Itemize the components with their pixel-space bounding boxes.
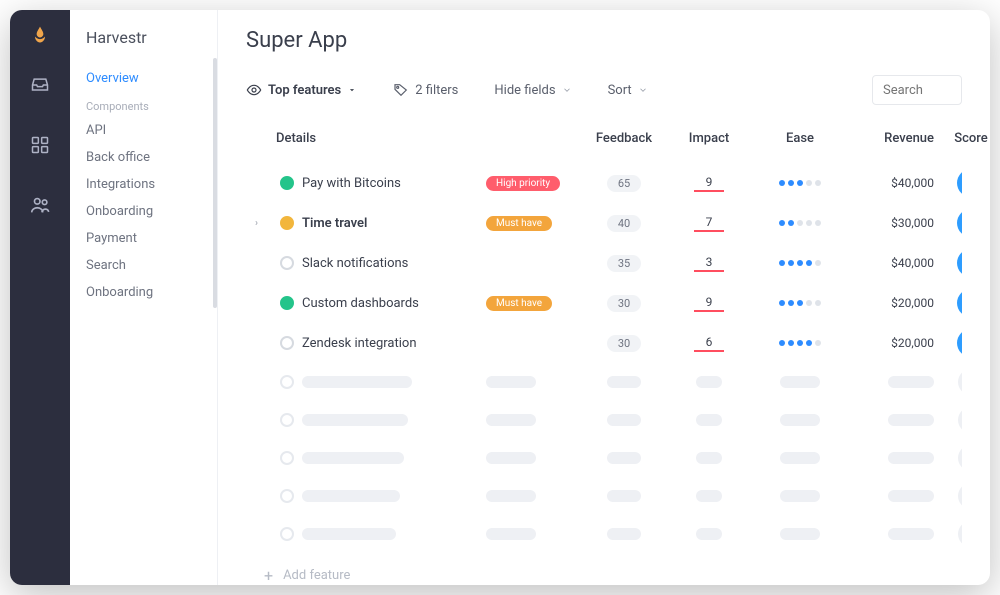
col-revenue: Revenue	[848, 131, 934, 146]
col-score: Score	[940, 131, 990, 146]
revenue-value: $40,000	[848, 256, 934, 270]
feature-name: Pay with Bitcoins	[302, 176, 480, 191]
add-feature-button[interactable]: + Add feature	[246, 556, 962, 585]
search-input[interactable]	[872, 75, 962, 105]
ease-rating	[779, 220, 821, 226]
status-dot	[280, 296, 294, 310]
chevron-down-icon	[562, 85, 572, 95]
nav-item[interactable]: API	[70, 117, 217, 144]
table-row[interactable]: Slack notifications 35 3 $40,000 84	[246, 243, 962, 283]
priority-tag: High priority	[486, 176, 560, 191]
sort-label: Sort	[608, 83, 632, 98]
skeleton-row	[246, 477, 962, 515]
eye-icon	[246, 82, 262, 98]
score-badge: 79	[957, 289, 962, 317]
nav-item[interactable]: Integrations	[70, 171, 217, 198]
brand-name: Harvestr	[70, 28, 217, 65]
nav-item[interactable]: Onboarding	[70, 279, 217, 306]
table-row[interactable]: Zendesk integration 30 6 $20,000 70	[246, 323, 962, 363]
feedback-count: 40	[607, 215, 641, 232]
view-label: Top features	[268, 83, 341, 98]
toolbar: Top features 2 filters Hide fields Sort	[246, 75, 962, 105]
chevron-down-icon	[638, 85, 648, 95]
revenue-value: $20,000	[848, 296, 934, 310]
ease-rating	[779, 180, 821, 186]
feature-name: Custom dashboards	[302, 296, 480, 311]
priority-tag: Must have	[486, 296, 552, 311]
priority-tag: Must have	[486, 216, 552, 231]
feature-name: Slack notifications	[302, 256, 480, 271]
filters-button[interactable]: 2 filters	[393, 82, 458, 98]
impact-value: 9	[694, 175, 724, 192]
nav-item[interactable]: Back office	[70, 144, 217, 171]
feedback-count: 35	[607, 255, 641, 272]
impact-value: 7	[694, 215, 724, 232]
ease-rating	[779, 260, 821, 266]
table-row[interactable]: Custom dashboards Must have 30 9 $20,000 79	[246, 283, 962, 323]
logo-icon[interactable]	[29, 24, 51, 46]
feature-name: Time travel	[302, 216, 480, 231]
add-feature-label: Add feature	[283, 568, 350, 583]
search-box	[872, 75, 962, 105]
nav-overview[interactable]: Overview	[70, 65, 217, 92]
score-badge: 84	[957, 249, 962, 277]
skeleton-row	[246, 439, 962, 477]
col-ease: Ease	[758, 131, 842, 146]
view-selector[interactable]: Top features	[246, 82, 357, 98]
grid-icon[interactable]	[29, 134, 51, 156]
skeleton-row	[246, 401, 962, 439]
page-title: Super App	[246, 28, 962, 53]
skeleton-row	[246, 515, 962, 553]
filters-label: 2 filters	[415, 83, 458, 98]
status-dot	[280, 336, 294, 350]
status-dot	[280, 216, 294, 230]
feedback-count: 30	[607, 335, 641, 352]
main-area: Super App Top features 2 filters Hide fi…	[218, 10, 990, 585]
hide-fields-label: Hide fields	[494, 83, 555, 98]
expand-chevron-icon[interactable]: ›	[246, 218, 258, 229]
nav-item[interactable]: Search	[70, 252, 217, 279]
table-header: Details Feedback Impact Ease Revenue Sco…	[246, 119, 962, 157]
app-frame: Harvestr Overview Components APIBack off…	[10, 10, 990, 585]
sort-button[interactable]: Sort	[608, 83, 648, 98]
caret-down-icon	[347, 85, 357, 95]
inbox-icon[interactable]	[29, 74, 51, 96]
table-row[interactable]: › Time travel Must have 40 7 $30,000 90	[246, 203, 962, 243]
tag-icon	[393, 82, 409, 98]
score-badge: 90	[957, 209, 962, 237]
status-dot	[280, 176, 294, 190]
feedback-count: 65	[607, 175, 641, 192]
skeleton-row	[246, 363, 962, 401]
nav-item[interactable]: Payment	[70, 225, 217, 252]
impact-value: 6	[694, 335, 724, 352]
ease-rating	[779, 340, 821, 346]
icon-rail	[10, 10, 70, 585]
revenue-value: $40,000	[848, 176, 934, 190]
revenue-value: $30,000	[848, 216, 934, 230]
revenue-value: $20,000	[848, 336, 934, 350]
plus-icon: +	[264, 566, 273, 585]
col-feedback: Feedback	[588, 131, 660, 146]
people-icon[interactable]	[29, 194, 51, 216]
sidebar: Harvestr Overview Components APIBack off…	[70, 10, 218, 585]
impact-value: 9	[694, 295, 724, 312]
table-body: Pay with Bitcoins High priority 65 9 $40,000…	[246, 163, 962, 556]
col-impact: Impact	[666, 131, 752, 146]
sidebar-scrollbar[interactable]	[213, 58, 217, 308]
feature-name: Zendesk integration	[302, 336, 480, 351]
hide-fields-button[interactable]: Hide fields	[494, 83, 571, 98]
score-badge: 70	[957, 329, 962, 357]
nav-item[interactable]: Onboarding	[70, 198, 217, 225]
score-badge: 95	[957, 169, 962, 197]
nav-section-components: Components	[70, 92, 217, 117]
status-dot	[280, 256, 294, 270]
col-details: Details	[246, 131, 480, 146]
impact-value: 3	[694, 255, 724, 272]
table-row[interactable]: Pay with Bitcoins High priority 65 9 $40,000…	[246, 163, 962, 203]
feedback-count: 30	[607, 295, 641, 312]
ease-rating	[779, 300, 821, 306]
